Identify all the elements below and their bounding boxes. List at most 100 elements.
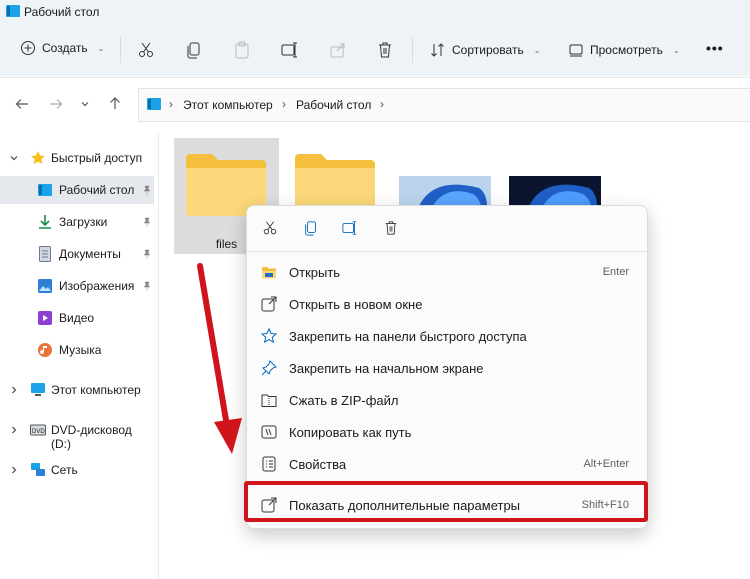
sidebar-item-label: Видео (59, 311, 95, 325)
copy-icon[interactable] (186, 41, 202, 59)
image-icon (38, 279, 52, 293)
chevron-down-icon: ⌄ (533, 45, 541, 55)
delete-icon[interactable] (377, 41, 393, 59)
forward-arrow-icon[interactable] (48, 96, 64, 112)
star-icon (31, 151, 45, 165)
computer-icon (31, 383, 45, 396)
menu-item-shortcut: Alt+Enter (583, 458, 629, 470)
chevron-right-icon[interactable] (10, 426, 18, 434)
delete-icon[interactable] (383, 220, 399, 236)
folder-open-icon (262, 267, 276, 279)
sidebar-item-label: DVD-дисковод (D:) (51, 423, 132, 451)
sidebar-item-network[interactable]: Сеть (0, 456, 154, 484)
menu-item-copy-path[interactable]: Копировать как путь (247, 416, 647, 448)
sort-icon (431, 43, 444, 57)
menu-divider (247, 251, 647, 252)
copy-icon[interactable] (303, 220, 319, 236)
breadcrumb-separator: › (169, 97, 173, 111)
chevron-right-icon[interactable] (10, 466, 18, 474)
rename-icon[interactable] (281, 41, 299, 59)
pin-icon[interactable] (142, 217, 152, 227)
pin-icon[interactable] (142, 249, 152, 259)
pin-icon[interactable] (142, 185, 152, 195)
properties-icon (262, 456, 276, 472)
desktop-icon (6, 5, 20, 17)
sidebar-item-label: Сеть (51, 463, 78, 477)
plus-circle-icon (21, 41, 35, 55)
share-icon[interactable] (329, 41, 347, 59)
cut-icon[interactable] (137, 41, 155, 59)
breadcrumb-this-pc[interactable]: Этот компьютер (183, 98, 273, 112)
menu-item-open-new-window[interactable]: Открыть в новом окне (247, 288, 647, 320)
sidebar-item-videos[interactable]: Видео (0, 304, 154, 332)
sidebar-item-quick-access[interactable]: Быстрый доступ (0, 144, 154, 172)
breadcrumb-desktop[interactable]: Рабочий стол (296, 98, 371, 112)
menu-item-label: Открыть в новом окне (289, 297, 423, 312)
menu-item-label: Свойства (289, 457, 347, 472)
up-arrow-icon[interactable] (107, 95, 123, 111)
sidebar-item-label: Рабочий стол (59, 183, 135, 197)
menu-item-open[interactable]: Открыть Enter (247, 256, 647, 288)
sidebar-item-desktop[interactable]: Рабочий стол (0, 176, 154, 204)
window-title: Рабочий стол (24, 5, 100, 19)
menu-item-zip[interactable]: Сжать в ZIP-файл (247, 384, 647, 416)
chevron-down-icon: ⌄ (672, 45, 680, 55)
separator (120, 37, 121, 63)
image-thumbnail[interactable] (509, 176, 601, 206)
chevron-down-icon[interactable] (10, 154, 18, 162)
desktop-icon (147, 98, 161, 110)
download-icon (39, 215, 51, 229)
paste-icon[interactable] (234, 41, 250, 59)
image-thumbnail[interactable] (399, 176, 491, 206)
annotation-arrow-icon (197, 263, 242, 454)
title-bar: Рабочий стол (0, 0, 750, 26)
address-bar[interactable]: › Этот компьютер › Рабочий стол › (138, 88, 750, 122)
sort-button[interactable]: Сортировать ⌄ (430, 42, 540, 58)
chevron-right-icon[interactable] (10, 386, 18, 394)
view-icon (569, 44, 583, 57)
video-icon (38, 311, 52, 325)
sort-label: Сортировать (452, 43, 524, 57)
sidebar-item-this-pc[interactable]: Этот компьютер (0, 376, 154, 404)
pin-icon[interactable] (142, 281, 152, 291)
create-button[interactable]: Создать ⌄ (20, 40, 104, 56)
sidebar-item-documents[interactable]: Документы (0, 240, 154, 268)
dvd-drive-icon: DVD (30, 424, 46, 436)
sidebar-item-label: Этот компьютер (51, 383, 141, 397)
music-icon (38, 343, 52, 357)
create-label: Создать (42, 41, 88, 55)
view-button[interactable]: Просмотреть ⌄ (568, 42, 680, 58)
menu-item-properties[interactable]: Свойства Alt+Enter (247, 448, 647, 480)
sidebar-item-label: Изображения (59, 279, 135, 293)
star-pin-icon (261, 328, 277, 344)
breadcrumb-separator: › (282, 97, 286, 111)
back-arrow-icon[interactable] (14, 96, 30, 112)
sidebar-item-music[interactable]: Музыка (0, 336, 154, 364)
highlight-box (244, 481, 648, 522)
sidebar-item-label: Быстрый доступ (51, 151, 143, 165)
recent-locations-icon[interactable] (80, 99, 90, 109)
menu-item-pin-quick-access[interactable]: Закрепить на панели быстрого доступа (247, 320, 647, 352)
cut-icon[interactable] (262, 220, 278, 236)
menu-item-shortcut: Enter (602, 266, 629, 278)
sidebar-item-pictures[interactable]: Изображения (0, 272, 154, 300)
menu-item-label: Закрепить на начальном экране (289, 361, 484, 376)
new-window-icon (261, 296, 277, 312)
menu-item-label: Копировать как путь (289, 425, 412, 440)
rename-icon[interactable] (342, 220, 358, 236)
sidebar-item-label: Документы (59, 247, 121, 261)
view-label: Просмотреть (590, 43, 663, 57)
pin-icon (261, 360, 277, 376)
breadcrumb-separator: › (380, 97, 384, 111)
sidebar-item-dvd[interactable]: DVD DVD-дисковод (D:) (0, 416, 154, 451)
sidebar-item-label: Загрузки (59, 215, 108, 229)
sidebar-item-downloads[interactable]: Загрузки (0, 208, 154, 236)
copy-path-icon (261, 425, 277, 439)
navigation-pane: Быстрый доступ Рабочий стол Загрузки Док… (0, 132, 159, 579)
menu-item-pin-start[interactable]: Закрепить на начальном экране (247, 352, 647, 384)
chevron-down-icon: ⌄ (97, 43, 105, 53)
menu-item-label: Закрепить на панели быстрого доступа (289, 329, 527, 344)
separator (412, 37, 413, 63)
more-options-button[interactable]: ••• (706, 40, 724, 56)
menu-item-label: Открыть (289, 265, 341, 280)
